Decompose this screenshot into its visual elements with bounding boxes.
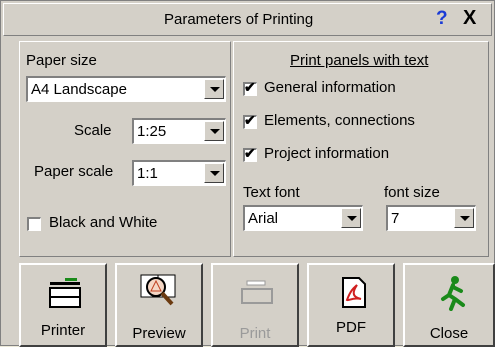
elements-connections-label[interactable]: Elements, connections <box>264 112 415 129</box>
title-bar: Parameters of Printing ? X <box>3 3 492 36</box>
paper-size-select[interactable]: A4 Landscape <box>26 76 226 102</box>
scale-label: Scale <box>74 122 112 139</box>
paper-settings-panel: Paper size A4 Landscape Scale 1:25 Paper… <box>19 41 231 257</box>
paper-size-label: Paper size <box>26 52 97 69</box>
paper-scale-select[interactable]: 1:1 <box>132 160 226 186</box>
preview-magnifier-icon <box>140 274 176 306</box>
elements-connections-checkbox[interactable]: ✔ <box>243 112 257 129</box>
close-button[interactable]: Close <box>403 263 495 347</box>
text-font-select[interactable]: Arial <box>243 205 363 231</box>
pdf-button[interactable]: PDF <box>307 263 395 347</box>
chevron-down-icon[interactable] <box>341 208 361 228</box>
font-size-value: 7 <box>391 210 400 227</box>
checkmark-icon: ✔ <box>244 79 256 95</box>
printer-button[interactable]: Printer <box>19 263 107 347</box>
chevron-down-icon[interactable] <box>204 121 224 141</box>
font-size-select[interactable]: 7 <box>386 205 476 231</box>
preview-button-label: Preview <box>132 325 186 342</box>
paper-size-value: A4 Landscape <box>31 81 127 98</box>
chevron-down-icon[interactable] <box>454 208 474 228</box>
black-white-label[interactable]: Black and White <box>49 214 157 231</box>
general-info-checkbox[interactable]: ✔ <box>243 79 257 96</box>
scale-select[interactable]: 1:25 <box>132 118 226 144</box>
close-icon[interactable]: X <box>463 7 476 30</box>
chevron-down-icon[interactable] <box>204 79 224 99</box>
print-panels-heading: Print panels with text <box>290 52 429 69</box>
scale-value: 1:25 <box>137 123 167 140</box>
general-info-label[interactable]: General information <box>264 79 396 96</box>
checkmark-icon: ✔ <box>244 145 256 161</box>
dialog-title: Parameters of Printing <box>164 11 314 28</box>
checkmark-icon: ✔ <box>244 112 256 128</box>
project-info-label[interactable]: Project information <box>264 145 389 162</box>
chevron-down-icon[interactable] <box>204 163 224 183</box>
exit-running-man-icon <box>441 276 465 311</box>
text-panels-panel: Print panels with text ✔ General informa… <box>233 41 489 257</box>
pdf-button-label: PDF <box>336 319 366 336</box>
help-icon[interactable]: ? <box>436 8 448 30</box>
paper-scale-label: Paper scale <box>34 163 114 180</box>
black-white-checkbox[interactable] <box>27 217 41 231</box>
close-button-label: Close <box>429 325 469 342</box>
printer-button-label: Printer <box>40 322 86 339</box>
print-button-label: Print <box>239 325 271 342</box>
paper-scale-value: 1:1 <box>137 165 158 182</box>
preview-button[interactable]: Preview <box>115 263 203 347</box>
project-info-checkbox[interactable]: ✔ <box>243 145 257 162</box>
print-disabled-icon <box>241 280 273 304</box>
print-parameters-dialog: Parameters of Printing ? X Paper size A4… <box>0 0 495 347</box>
print-button[interactable]: Print <box>211 263 299 347</box>
text-font-label: Text font <box>243 184 300 201</box>
printer-icon <box>49 278 81 308</box>
text-font-value: Arial <box>248 210 279 227</box>
pdf-icon <box>342 277 366 308</box>
font-size-label: font size <box>384 184 440 201</box>
